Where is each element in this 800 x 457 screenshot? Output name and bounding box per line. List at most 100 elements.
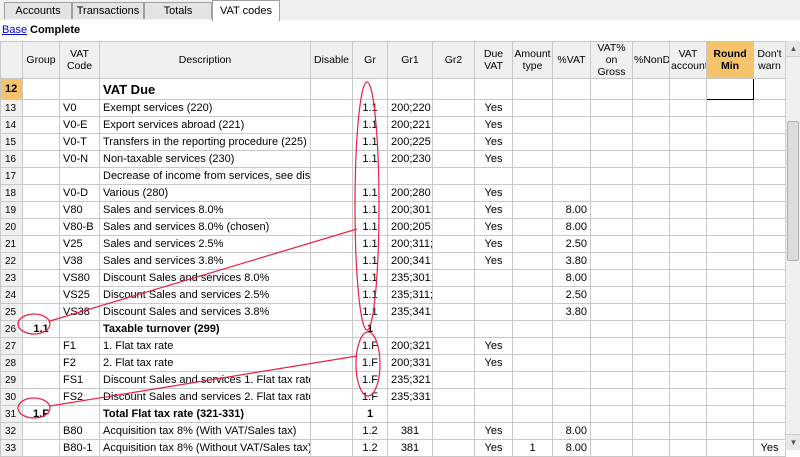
- cell-don-t-warn[interactable]: [753, 150, 786, 168]
- cell-gr1[interactable]: [387, 405, 433, 423]
- cell-gr[interactable]: 1.1: [352, 235, 388, 253]
- cell-vat-code[interactable]: VS80: [59, 269, 100, 287]
- table-row[interactable]: 22 V38 Sales and services 3.8% 1.1 200;341; Y…: [0, 252, 786, 270]
- cell-disable[interactable]: [310, 201, 353, 219]
- cell-amount-type[interactable]: [512, 303, 553, 321]
- cell-vat-code[interactable]: V0-D: [59, 184, 100, 202]
- cell-vat-account[interactable]: [669, 269, 707, 287]
- cell-don-t-warn[interactable]: [753, 184, 786, 202]
- table-row[interactable]: 17 Decrease of income from services, see …: [0, 167, 786, 185]
- cell-gr[interactable]: 1: [352, 405, 388, 423]
- cell-round-min[interactable]: [706, 78, 754, 100]
- cell-vat-code[interactable]: B80: [59, 422, 100, 440]
- cell-due-vat[interactable]: Yes: [474, 337, 513, 355]
- cell-vat-account[interactable]: [669, 371, 707, 389]
- cell-due-vat[interactable]: Yes: [474, 218, 513, 236]
- cell-vat[interactable]: [552, 167, 591, 185]
- cell-vat-on-gross[interactable]: [590, 201, 633, 219]
- cell-vat-code[interactable]: V0-T: [59, 133, 100, 151]
- cell-amount-type[interactable]: [512, 337, 553, 355]
- cell-gr[interactable]: 1.1: [352, 286, 388, 304]
- cell-nonded[interactable]: [632, 422, 670, 440]
- cell-group[interactable]: [22, 371, 60, 389]
- cell-group[interactable]: 1.F: [22, 405, 60, 423]
- cell-due-vat[interactable]: Yes: [474, 201, 513, 219]
- cell-group[interactable]: [22, 184, 60, 202]
- column-header-nonded[interactable]: %NonDed: [632, 41, 670, 79]
- cell-vat-code[interactable]: V0-E: [59, 116, 100, 134]
- cell-vat-code[interactable]: [59, 167, 100, 185]
- cell-amount-type[interactable]: [512, 78, 553, 100]
- cell-vat-account[interactable]: [669, 201, 707, 219]
- cell-disable[interactable]: [310, 388, 353, 406]
- cell-vat[interactable]: 3.80: [552, 252, 591, 270]
- cell-gr[interactable]: 1.1: [352, 218, 388, 236]
- cell-don-t-warn[interactable]: [753, 133, 786, 151]
- cell-gr[interactable]: [352, 167, 388, 185]
- cell-amount-type[interactable]: [512, 201, 553, 219]
- cell-disable[interactable]: [310, 133, 353, 151]
- cell-vat-on-gross[interactable]: [590, 354, 633, 372]
- vertical-scrollbar[interactable]: ▲ ▼: [785, 41, 800, 450]
- table-row[interactable]: 24 VS25 Discount Sales and services 2.5% 1.…: [0, 286, 786, 304]
- column-header-group[interactable]: Group: [22, 41, 60, 79]
- cell-vat[interactable]: 8.00: [552, 218, 591, 236]
- cell-don-t-warn[interactable]: [753, 388, 786, 406]
- cell-nonded[interactable]: [632, 201, 670, 219]
- cell-gr[interactable]: 1.2: [352, 439, 388, 457]
- cell-gr2[interactable]: [432, 337, 475, 355]
- cell-vat-account[interactable]: [669, 184, 707, 202]
- cell-gr1[interactable]: 235;311;: [387, 286, 433, 304]
- cell-gr2[interactable]: [432, 320, 475, 338]
- cell-don-t-warn[interactable]: [753, 218, 786, 236]
- cell-vat-account[interactable]: [669, 388, 707, 406]
- cell-description[interactable]: Export services abroad (221): [99, 116, 311, 134]
- cell-due-vat[interactable]: Yes: [474, 116, 513, 134]
- column-header-vat-on-gross[interactable]: VAT% on Gross: [590, 41, 633, 79]
- cell-description[interactable]: Non-taxable services (230): [99, 150, 311, 168]
- cell-don-t-warn[interactable]: [753, 422, 786, 440]
- cell-amount-type[interactable]: [512, 371, 553, 389]
- cell-vat[interactable]: [552, 320, 591, 338]
- cell-group[interactable]: [22, 133, 60, 151]
- cell-disable[interactable]: [310, 99, 353, 117]
- cell-due-vat[interactable]: [474, 269, 513, 287]
- cell-disable[interactable]: [310, 371, 353, 389]
- cell-amount-type[interactable]: 1: [512, 439, 553, 457]
- table-row[interactable]: 13 V0 Exempt services (220) 1.1 200;220 Yes: [0, 99, 786, 117]
- cell-vat-on-gross[interactable]: [590, 252, 633, 270]
- cell-description[interactable]: Discount Sales and services 2. Flat tax …: [99, 388, 311, 406]
- cell-amount-type[interactable]: [512, 354, 553, 372]
- cell-don-t-warn[interactable]: [753, 201, 786, 219]
- cell-gr1[interactable]: 200;225: [387, 133, 433, 151]
- cell-group[interactable]: [22, 218, 60, 236]
- cell-gr2[interactable]: [432, 439, 475, 457]
- cell-vat-account[interactable]: [669, 133, 707, 151]
- tab-accounts[interactable]: Accounts: [4, 2, 72, 19]
- cell-due-vat[interactable]: [474, 405, 513, 423]
- cell-due-vat[interactable]: [474, 320, 513, 338]
- cell-don-t-warn[interactable]: [753, 286, 786, 304]
- cell-disable[interactable]: [310, 78, 353, 100]
- table-row[interactable]: 28 F2 2. Flat tax rate 1.F 200;331 Yes: [0, 354, 786, 372]
- column-header-due-vat[interactable]: Due VAT: [474, 41, 513, 79]
- cell-vat[interactable]: [552, 371, 591, 389]
- cell-don-t-warn[interactable]: Yes: [753, 439, 786, 457]
- table-row[interactable]: 30 FS2 Discount Sales and services 2. Flat…: [0, 388, 786, 406]
- cell-gr1[interactable]: 200;280: [387, 184, 433, 202]
- cell-description[interactable]: Transfers in the reporting procedure (22…: [99, 133, 311, 151]
- cell-group[interactable]: [22, 286, 60, 304]
- cell-group[interactable]: [22, 422, 60, 440]
- cell-due-vat[interactable]: Yes: [474, 235, 513, 253]
- cell-group[interactable]: [22, 303, 60, 321]
- cell-nonded[interactable]: [632, 184, 670, 202]
- column-header-amount-type[interactable]: Amount type: [512, 41, 553, 79]
- cell-gr[interactable]: 1: [352, 320, 388, 338]
- cell-gr1[interactable]: [387, 320, 433, 338]
- cell-vat-code[interactable]: V25: [59, 235, 100, 253]
- column-header-round-min[interactable]: Round Min: [706, 41, 754, 79]
- cell-vat[interactable]: 8.00: [552, 439, 591, 457]
- cell-vat-on-gross[interactable]: [590, 337, 633, 355]
- column-header-don-t-warn[interactable]: Don't warn: [753, 41, 786, 79]
- cell-vat-on-gross[interactable]: [590, 218, 633, 236]
